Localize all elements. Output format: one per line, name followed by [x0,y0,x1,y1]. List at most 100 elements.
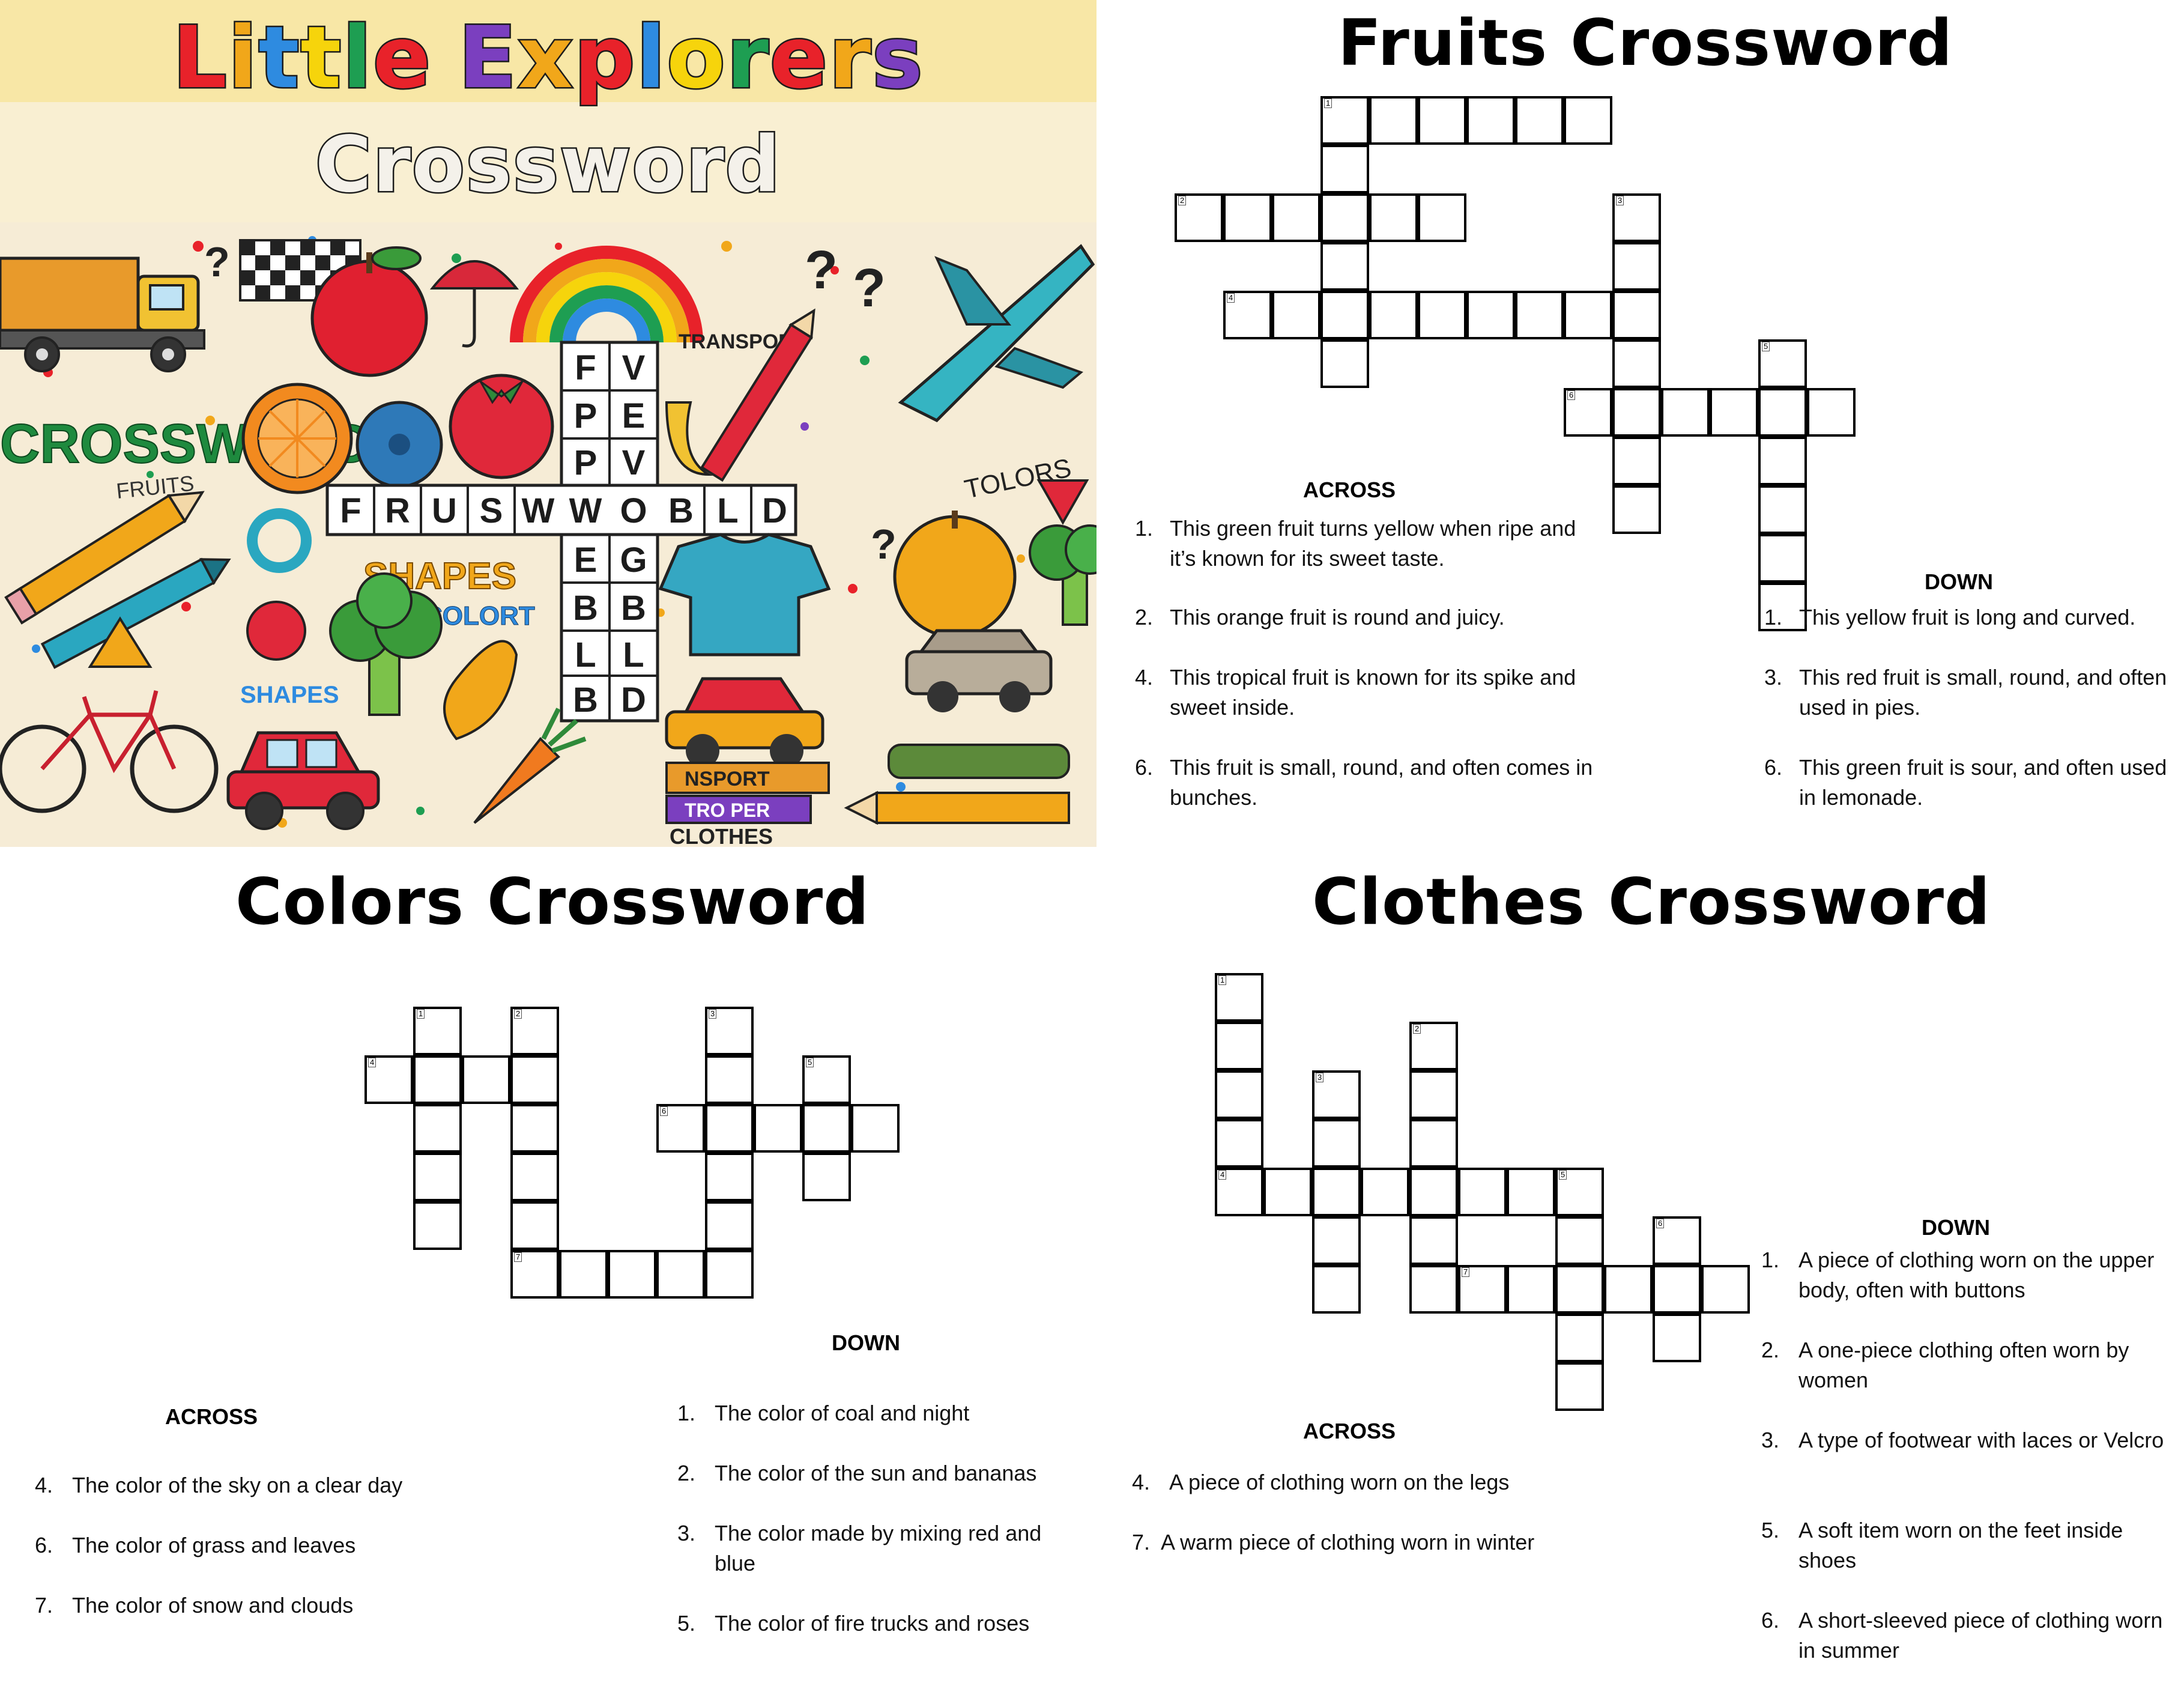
colors-title: Colors Crossword [235,865,870,939]
fruits-down-clue: 3. This red fruit is small, round, and of… [1764,665,2167,720]
crossword-cell[interactable] [1320,145,1369,193]
crossword-cell[interactable] [608,1250,656,1299]
crossword-cell[interactable] [1409,1216,1458,1265]
fruits-across-heading: ACROSS [1303,478,1396,502]
crossword-cell[interactable] [1661,388,1710,437]
crossword-cell[interactable] [1758,437,1807,485]
crossword-cell[interactable] [559,1250,608,1299]
crossword-cell[interactable] [1758,485,1807,534]
crossword-cell[interactable] [705,1153,754,1201]
crossword-cell[interactable] [802,1104,851,1153]
crossword-cell[interactable] [1312,1216,1361,1265]
crossword-cell[interactable] [1409,1168,1458,1216]
crossword-cell[interactable] [1653,1265,1701,1314]
crossword-cell[interactable] [1507,1265,1555,1314]
crossword-cell[interactable] [413,1055,462,1104]
crossword-cell[interactable] [510,1201,559,1250]
crossword-cell[interactable] [1758,388,1807,437]
crossword-cell[interactable] [1369,291,1418,339]
crossword-cell[interactable] [1320,193,1369,242]
crossword-cell[interactable] [1653,1314,1701,1362]
tomato-drawing [449,374,554,479]
crossword-cell[interactable] [1369,193,1418,242]
crossword-cell[interactable] [510,1104,559,1153]
svg-text:B: B [573,589,598,628]
colors-across-clue: 6. The color of grass and leaves [35,1533,356,1557]
crossword-cell[interactable] [656,1250,705,1299]
crossword-cell[interactable] [1612,242,1661,291]
crossword-cell[interactable] [1272,291,1320,339]
crossword-cell[interactable] [1215,1119,1263,1168]
crossword-cell[interactable] [1320,242,1369,291]
crossword-cell[interactable] [851,1104,900,1153]
crossword-cell[interactable] [1555,1314,1604,1362]
cover-title-letter: r [827,7,873,109]
crossword-cell[interactable] [413,1153,462,1201]
cover-title-letter: L [171,7,229,109]
crossword-cell[interactable] [1361,1168,1409,1216]
crossword-cell[interactable] [705,1055,754,1104]
svg-text:D: D [621,681,646,720]
crossword-cell[interactable] [1418,96,1466,145]
crossword-cell[interactable] [1612,485,1661,534]
crossword-cell[interactable] [1564,96,1612,145]
crossword-cell[interactable] [705,1201,754,1250]
crossword-cell[interactable] [510,1153,559,1201]
crossword-cell[interactable] [802,1153,851,1201]
clue-number: 1 [417,1009,425,1019]
fruits-across-clue: 1. This green fruit turns yellow when rip… [1135,516,1576,571]
crossword-cell[interactable] [1555,1362,1604,1411]
crossword-cell[interactable] [1409,1119,1458,1168]
crossword-cell[interactable] [510,1055,559,1104]
crossword-cell[interactable] [1320,291,1369,339]
crossword-cell[interactable] [1555,1265,1604,1314]
crossword-cell[interactable] [705,1250,754,1299]
svg-text:?: ? [805,240,838,300]
crossword-cell[interactable] [754,1104,802,1153]
crossword-cell[interactable] [1312,1265,1361,1314]
colors-down-clue: 3. The color made by mixing red and blue [677,1521,1042,1575]
crossword-cell[interactable] [1758,534,1807,583]
cover-title-letter: r [725,7,770,109]
crossword-cell[interactable] [1223,193,1272,242]
crossword-cell[interactable] [1409,1265,1458,1314]
crossword-cell[interactable] [1612,291,1661,339]
crossword-cell[interactable] [1215,1070,1263,1119]
clothes-down-clue: 2. A one-piece clothing often worn by wom… [1761,1338,2129,1392]
crossword-cell[interactable] [1312,1168,1361,1216]
crossword-cell[interactable] [1263,1168,1312,1216]
crossword-cell[interactable] [1418,193,1466,242]
crossword-cell[interactable] [1369,96,1418,145]
crossword-cell[interactable] [1466,96,1515,145]
crossword-cell[interactable] [413,1201,462,1250]
crossword-cell[interactable] [1272,193,1320,242]
crossword-cell[interactable] [1458,1168,1507,1216]
svg-text:TRO PER: TRO PER [685,799,770,821]
crossword-cell[interactable] [1418,291,1466,339]
clue-number: 1 [1218,975,1227,985]
crossword-cell[interactable] [1555,1216,1604,1265]
crossword-cell[interactable] [1507,1168,1555,1216]
crossword-cell[interactable] [1320,339,1369,388]
colors-down-clue: 5. The color of fire trucks and roses [677,1611,1030,1636]
svg-text:P: P [574,396,597,435]
art-label-clothes: CLOTHES [670,824,773,847]
crossword-cell[interactable] [1564,291,1612,339]
crossword-cell[interactable] [462,1055,510,1104]
crossword-cell[interactable] [1701,1265,1750,1314]
crossword-cell[interactable] [1515,96,1564,145]
crossword-cell[interactable] [705,1104,754,1153]
crossword-cell[interactable] [1612,388,1661,437]
crossword-cell[interactable] [1409,1070,1458,1119]
crossword-cell[interactable] [1466,291,1515,339]
crossword-cell[interactable] [1807,388,1856,437]
crossword-cell[interactable] [1215,1022,1263,1070]
crossword-cell[interactable] [413,1104,462,1153]
crossword-cell[interactable] [1604,1265,1653,1314]
crossword-cell[interactable] [1612,339,1661,388]
crossword-cell[interactable] [1312,1119,1361,1168]
crossword-cell[interactable] [1515,291,1564,339]
crossword-cell[interactable] [1612,437,1661,485]
crossword-cell[interactable] [1710,388,1758,437]
clue-number: 3 [709,1009,717,1019]
